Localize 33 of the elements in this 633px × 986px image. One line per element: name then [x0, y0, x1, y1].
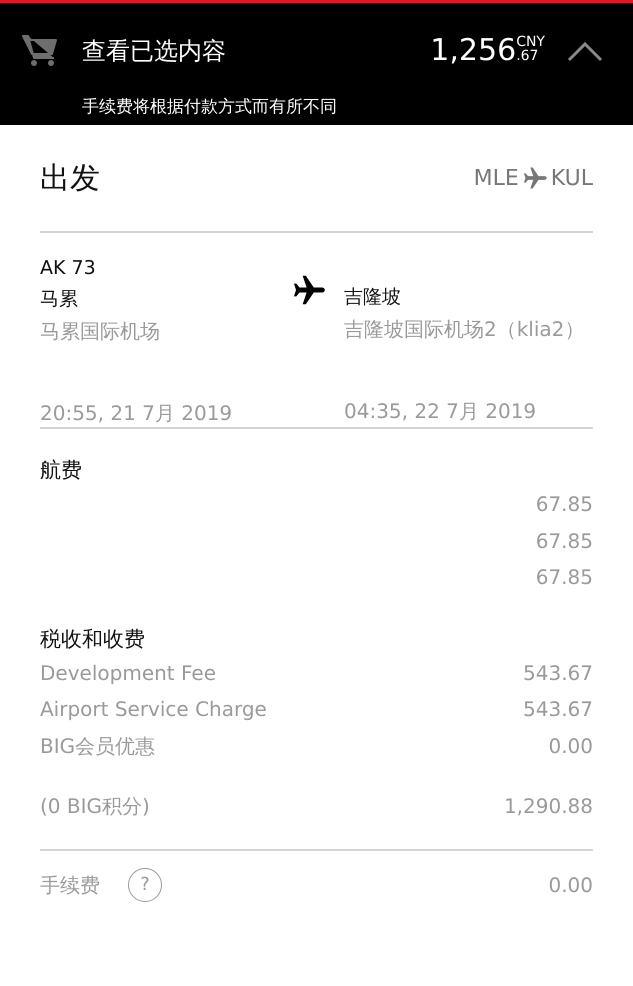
price-cents: .67 [516, 49, 540, 63]
fee-note: 手续费将根据付款方式而有所不同 [81, 96, 338, 118]
arrival-city: 吉隆坡 [344, 285, 402, 310]
fee-amount: 0.00 [548, 872, 593, 898]
departure-city: 马累 [40, 287, 79, 312]
fare-amount: 67.85 [536, 564, 593, 592]
section-heading: 税收和收费 [40, 626, 146, 652]
destination-code: KUL [550, 166, 593, 190]
departure-airport: 马累国际机场 [40, 318, 161, 345]
help-button[interactable]: ? [128, 868, 162, 902]
fee-label: 手续费 [40, 872, 100, 898]
total-price: 1,256 [430, 33, 516, 69]
collapse-button[interactable] [567, 40, 603, 62]
flight-number: AK 73 [40, 256, 97, 281]
charge-label: Development Fee [40, 660, 216, 687]
section-heading: 航费 [40, 457, 83, 484]
fare-amount: 67.85 [536, 491, 593, 518]
section-title: 出发 [40, 160, 100, 198]
points-amount: 1,290.88 [504, 793, 593, 820]
charge-amount: 543.67 [523, 696, 593, 724]
arrival-airport: 吉隆坡国际机场2（klia2） [344, 316, 584, 343]
fare-amount: 67.85 [536, 528, 593, 555]
charge-amount: 0.00 [548, 732, 593, 760]
summary-title: 查看已选内容 [82, 36, 227, 67]
currency-code: CNY [516, 35, 545, 49]
points-label: (0 BIG积分) [40, 793, 150, 820]
cart-icon [22, 34, 58, 68]
arrival-time: 04:35, 22 7月 2019 [344, 398, 538, 425]
charge-amount: 543.67 [523, 660, 593, 687]
departure-time: 20:55, 21 7月 2019 [40, 400, 234, 427]
origin-code: MLE [474, 166, 519, 190]
charge-label: BIG会员优惠 [40, 732, 156, 760]
charge-label: Airport Service Charge [40, 696, 267, 724]
